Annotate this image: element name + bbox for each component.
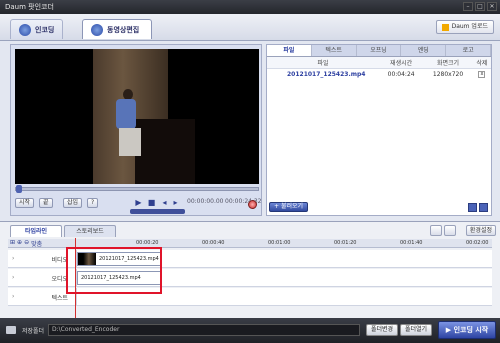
delete-cell: x xyxy=(473,68,491,80)
daum-upload-label: Daum 업로드 xyxy=(451,23,488,30)
ruler-tick: 00:02:00 xyxy=(466,240,489,246)
expand-icon[interactable]: › xyxy=(12,293,14,300)
tab-logo[interactable]: 로고 xyxy=(446,45,491,56)
file-size: 1280x720 xyxy=(432,70,464,78)
grid-view-icon[interactable] xyxy=(479,203,488,212)
list-view-icon[interactable] xyxy=(468,203,477,212)
volume-slider[interactable] xyxy=(130,209,185,214)
tab-encode-label: 인코딩 xyxy=(35,25,55,34)
video-player: 시작 끝 삽입 ? ▶ ■ ◂ ▸ 00:00:00.00 00:00:24.3… xyxy=(10,44,262,216)
ruler-tick: 00:01:40 xyxy=(400,240,423,246)
stop-icon[interactable]: ■ xyxy=(146,197,157,208)
panel-tabs: 파일 텍스트 오프닝 엔딩 로고 xyxy=(267,45,491,57)
tab-opening[interactable]: 오프닝 xyxy=(357,45,402,56)
zoom-out-icon[interactable]: ⊖ xyxy=(24,239,29,248)
prev-frame-icon[interactable]: ◂ xyxy=(159,197,170,208)
video-frame-piano xyxy=(135,119,195,184)
video-frame-person-legs xyxy=(119,128,141,156)
expand-icon[interactable]: › xyxy=(12,274,14,281)
delete-icon[interactable]: x xyxy=(478,71,486,79)
window-controls: – □ ✕ xyxy=(463,2,497,11)
open-folder-button[interactable]: 폴더열기 xyxy=(400,324,433,336)
next-frame-icon[interactable]: ▸ xyxy=(170,197,181,208)
tab-video-edit[interactable]: 동영상편집 xyxy=(82,19,152,39)
col-size: 화면크기 xyxy=(423,57,473,69)
cut-start-button[interactable]: 시작 xyxy=(15,198,35,208)
col-duration: 재생시간 xyxy=(379,57,424,69)
track-label: 오디오 xyxy=(51,276,68,283)
ruler-tick: 00:01:00 xyxy=(268,240,291,246)
video-preview[interactable] xyxy=(15,49,259,184)
track-label: 텍스트 xyxy=(51,295,68,302)
encode-icon xyxy=(19,23,31,36)
zoom-controls: ⊞ ⊕ ⊖ 맞춤 xyxy=(10,239,42,248)
daum-logo-icon xyxy=(441,23,449,31)
status-bar: 저장폴더 D:\Converted_Encoder 폴더변경 폴더열기 ▶ 인코… xyxy=(0,318,500,343)
start-encoding-label: 인코딩 시작 xyxy=(453,326,489,334)
capture-icon[interactable] xyxy=(248,200,257,209)
player-controls: 시작 끝 삽입 ? ▶ ■ ◂ ▸ 00:00:00.00 00:00:24.3… xyxy=(15,196,262,214)
play-icon[interactable]: ▶ xyxy=(133,197,144,208)
table-header: 파일 재생시간 화면크기 삭제 xyxy=(267,57,491,69)
minimize-icon[interactable]: – xyxy=(463,2,473,11)
tab-encode[interactable]: 인코딩 xyxy=(10,19,64,39)
seek-bar[interactable] xyxy=(15,185,259,193)
edit-icon xyxy=(91,23,103,36)
tab-ending[interactable]: 엔딩 xyxy=(401,45,447,56)
zoom-in-icon[interactable]: ⊕ xyxy=(17,239,22,248)
close-icon[interactable]: ✕ xyxy=(487,2,497,11)
cut-end-button[interactable]: 끝 xyxy=(39,198,53,208)
title-bar: Daum 팟인코더 – □ ✕ xyxy=(0,0,500,14)
view-toggle xyxy=(468,203,488,212)
col-file: 파일 xyxy=(267,57,379,69)
save-path-field[interactable]: D:\Converted_Encoder xyxy=(48,324,360,336)
ruler-tick: 00:01:20 xyxy=(334,240,357,246)
file-table: 파일 재생시간 화면크기 삭제 20121017_125423.mp4 00:0… xyxy=(267,57,491,80)
timeline-tools xyxy=(430,225,456,236)
current-time: 00:00:00.00 xyxy=(187,198,224,205)
highlight-box xyxy=(66,247,162,294)
folder-icon[interactable] xyxy=(430,225,442,236)
ruler-tick: 00:00:20 xyxy=(136,240,159,246)
save-folder-label: 저장폴더 xyxy=(22,328,45,335)
file-duration: 00:04:24 xyxy=(387,70,415,78)
insert-button[interactable]: 삽입 xyxy=(63,198,83,208)
seek-handle[interactable] xyxy=(16,185,22,193)
settings-button[interactable]: 환경설정 xyxy=(465,225,496,236)
zoom-fit-label[interactable]: 맞춤 xyxy=(31,239,42,248)
tab-timeline[interactable]: 타임라인 xyxy=(10,225,62,237)
change-folder-button[interactable]: 폴더변경 xyxy=(366,324,399,336)
add-file-label: 불러오기 xyxy=(280,203,304,210)
expand-icon[interactable]: › xyxy=(12,255,14,262)
timeline-tabs: 타임라인 스토리보드 xyxy=(10,225,118,237)
start-encoding-button[interactable]: ▶ 인코딩 시작 xyxy=(438,321,496,339)
mode-bar: 인코딩 동영상편집 Daum 업로드 xyxy=(0,14,500,41)
ruler-tick: 00:00:40 xyxy=(202,240,225,246)
zoom-fit-icon[interactable]: ⊞ xyxy=(10,239,15,248)
maximize-icon[interactable]: □ xyxy=(475,2,485,11)
folder-icon xyxy=(6,326,16,334)
trash-icon[interactable] xyxy=(444,225,456,236)
table-row[interactable]: 20121017_125423.mp4 00:04:24 1280x720 x xyxy=(267,68,491,80)
tab-text[interactable]: 텍스트 xyxy=(312,45,357,56)
video-frame-person-body xyxy=(116,99,136,129)
file-panel: 파일 텍스트 오프닝 엔딩 로고 파일 재생시간 화면크기 삭제 2012101… xyxy=(266,44,492,216)
col-delete: 삭제 xyxy=(472,57,491,69)
track-label: 비디오 xyxy=(51,257,68,264)
app-title: Daum 팟인코더 xyxy=(5,3,54,11)
tab-file[interactable]: 파일 xyxy=(267,45,312,56)
work-area: 시작 끝 삽입 ? ▶ ■ ◂ ▸ 00:00:00.00 00:00:24.3… xyxy=(0,41,500,221)
file-name[interactable]: 20121017_125423.mp4 xyxy=(267,68,379,80)
tab-storyboard[interactable]: 스토리보드 xyxy=(64,225,116,237)
daum-upload-button[interactable]: Daum 업로드 xyxy=(435,20,494,34)
add-file-button[interactable]: + 불러오기 xyxy=(269,202,309,212)
help-button[interactable]: ? xyxy=(87,198,99,208)
tab-edit-label: 동영상편집 xyxy=(107,25,140,34)
